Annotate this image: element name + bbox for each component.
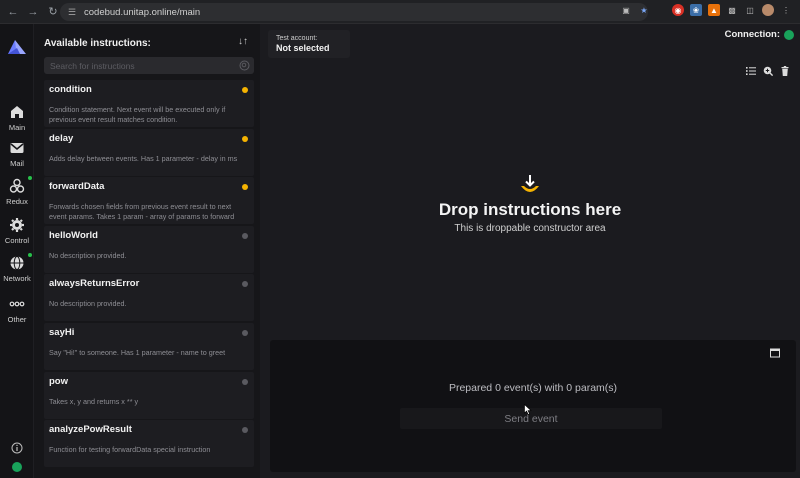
- prepared-status: Prepared 0 event(s) with 0 param(s): [448, 382, 618, 394]
- instruction-card[interactable]: sayHi Say "Hi!" to someone. Has 1 paramet…: [44, 323, 254, 370]
- instruction-card[interactable]: helloWorld No description provided.: [44, 225, 254, 273]
- instruction-description: Forwards chosen fields from previous eve…: [49, 202, 235, 221]
- list-icon[interactable]: [746, 66, 756, 76]
- instruction-name: analyzePowResult: [49, 424, 132, 436]
- globe-icon: [10, 256, 24, 270]
- instruction-type-dot: [242, 427, 248, 434]
- bookmark-star-icon[interactable]: ★: [638, 4, 650, 16]
- site-settings-icon[interactable]: ☰: [68, 7, 78, 17]
- instruction-name: sayHi: [49, 327, 75, 338]
- trash-icon[interactable]: [780, 66, 790, 76]
- panel-title: Available instructions:: [44, 38, 151, 49]
- instruction-card[interactable]: analyzePowResult Function for testing for…: [44, 420, 254, 468]
- codebud-logo: [8, 40, 26, 54]
- instruction-card[interactable]: condition Condition statement. Next event…: [44, 80, 254, 127]
- send-panel: Prepared 0 event(s) with 0 param(s) Send…: [270, 340, 796, 472]
- instruction-name: helloWorld: [49, 229, 98, 241]
- instruction-name: condition: [49, 84, 92, 95]
- nav-main[interactable]: Main: [0, 104, 34, 132]
- network-online-dot: [28, 253, 32, 257]
- constructor-toolbar: [746, 66, 790, 76]
- nav-main-label: Main: [8, 123, 26, 132]
- expand-window-icon[interactable]: [770, 348, 780, 358]
- more-icon: [9, 301, 25, 307]
- nav-other[interactable]: Other: [0, 296, 34, 324]
- instruction-type-dot: [242, 281, 248, 288]
- instruction-name: pow: [49, 375, 68, 387]
- nav-control[interactable]: Control: [0, 217, 34, 245]
- forward-icon[interactable]: →: [26, 5, 40, 19]
- instruction-type-dot: [242, 135, 248, 142]
- instruction-description: Condition statement. Next event will be …: [49, 105, 226, 124]
- extensions-puzzle-icon[interactable]: ▩: [726, 4, 738, 16]
- instruction-type-dot: [242, 87, 248, 93]
- instruction-name: forwardData: [49, 181, 105, 193]
- redux-online-dot: [28, 176, 32, 180]
- constructor-main: Test account: Not selected Connection: D…: [260, 24, 800, 478]
- drop-subtitle: This is droppable constructor area: [454, 223, 606, 234]
- nav-network[interactable]: Network: [0, 255, 34, 283]
- instruction-name: delay: [49, 132, 74, 144]
- side-panel-icon[interactable]: ◫: [744, 4, 756, 16]
- test-account-label: Test account:: [276, 35, 318, 42]
- instruction-card[interactable]: delay Adds delay between events. Has 1 pa…: [44, 128, 254, 176]
- nav-mail-label: Mail: [10, 159, 24, 168]
- connection-status: Connection:: [725, 29, 794, 40]
- mail-icon: [10, 143, 24, 153]
- nav-other-label: Other: [7, 315, 27, 324]
- search-zoom-icon[interactable]: [763, 66, 773, 76]
- search-icon[interactable]: [239, 60, 250, 71]
- test-account-selector[interactable]: Test account: Not selected: [268, 30, 350, 58]
- extension-2-icon[interactable]: ❀: [690, 4, 702, 16]
- instruction-type-dot: [242, 330, 248, 336]
- drop-zone[interactable]: Drop instructions here This is droppable…: [260, 174, 800, 234]
- nav-redux[interactable]: Redux: [0, 178, 34, 206]
- reload-icon[interactable]: ↻: [46, 5, 60, 19]
- instruction-type-dot: [242, 232, 248, 239]
- sort-icon[interactable]: ↓↑: [238, 36, 252, 50]
- connection-label: Connection:: [724, 29, 780, 40]
- nav-redux-label: Redux: [6, 197, 28, 206]
- instructions-panel: Available instructions: ↓↑ condition Cond…: [34, 24, 260, 478]
- instruction-description: No description provided.: [49, 299, 127, 309]
- app-status-dot: [12, 462, 22, 472]
- instruction-description: Adds delay between events. Has 1 paramet…: [49, 153, 238, 163]
- instruction-type-dot: [242, 184, 248, 191]
- instruction-description: Say "Hi!" to someone. Has 1 parameter - …: [49, 348, 226, 357]
- nav-control-label: Control: [4, 236, 30, 245]
- instruction-description: Takes x, y and returns x ** y: [49, 396, 139, 406]
- connection-dot: [784, 29, 794, 40]
- back-icon[interactable]: ←: [6, 5, 20, 19]
- gear-icon: [10, 218, 24, 232]
- instruction-card[interactable]: pow Takes x, y and returns x ** y: [44, 371, 254, 419]
- drop-download-icon: [521, 175, 539, 192]
- extension-3-icon[interactable]: ▲: [708, 4, 720, 16]
- drop-title: Drop instructions here: [438, 200, 622, 219]
- profile-avatar[interactable]: [762, 4, 774, 16]
- instruction-description: Function for testing forwardData special…: [49, 445, 211, 455]
- home-icon: [11, 106, 23, 118]
- info-icon[interactable]: [11, 442, 23, 454]
- instruction-card[interactable]: forwardData Forwards chosen fields from p…: [44, 177, 254, 225]
- browser-menu-icon[interactable]: ⋮: [780, 4, 792, 16]
- mouse-cursor-icon: [524, 404, 532, 415]
- url-text: codebud.unitap.online/main: [84, 6, 201, 18]
- instruction-card[interactable]: alwaysReturnsError No description provide…: [44, 274, 254, 322]
- cast-icon[interactable]: ▣: [620, 4, 632, 16]
- test-account-value: Not selected: [276, 43, 330, 53]
- nav-network-label: Network: [3, 274, 31, 283]
- nav-mail[interactable]: Mail: [0, 140, 34, 168]
- instruction-name: alwaysReturnsError: [49, 278, 140, 290]
- address-bar[interactable]: ☰ codebud.unitap.online/main: [60, 3, 648, 21]
- extension-1-icon[interactable]: ◉: [672, 4, 684, 16]
- instruction-type-dot: [242, 378, 248, 385]
- instructions-search-input[interactable]: [44, 57, 254, 74]
- browser-toolbar: ← → ↻ ☰ codebud.unitap.online/main ▣ ★ ◉…: [0, 0, 800, 24]
- app-nav-rail: Main Mail Redux Control Network Other: [0, 24, 34, 478]
- redux-icon: [9, 178, 25, 193]
- instruction-description: No description provided.: [49, 250, 127, 260]
